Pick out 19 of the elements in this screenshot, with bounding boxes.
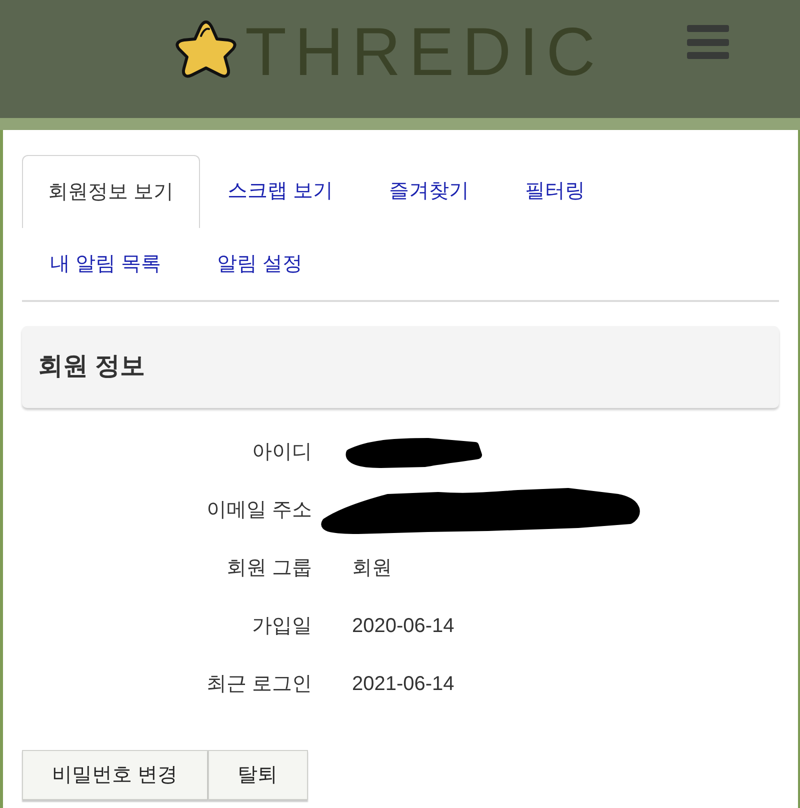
menu-button[interactable] <box>687 25 730 59</box>
tab[interactable]: 스크랩 보기 <box>200 155 362 227</box>
field-value: 회원 <box>352 556 392 581</box>
field-label: 아이디 <box>251 440 312 465</box>
tab[interactable]: 알림 설정 <box>189 228 331 300</box>
tab[interactable]: 내 알림 목록 <box>22 228 190 300</box>
tab[interactable]: 회원정보 보기 <box>22 155 200 228</box>
field-value: 2020-06-14 <box>352 614 454 639</box>
tab[interactable]: 필터링 <box>497 155 614 227</box>
field-label: 이메일 주소 <box>205 498 312 523</box>
field-value: 2021-06-14 <box>352 672 454 697</box>
action-button[interactable]: 탈퇴 <box>208 750 308 800</box>
field-label: 회원 그룹 <box>225 556 312 581</box>
action-button[interactable]: 비밀번호 변경 <box>22 750 208 800</box>
field-label: 가입일 <box>251 614 312 639</box>
field-label: 최근 로그인 <box>205 672 312 697</box>
menu-icon <box>687 25 730 59</box>
tab[interactable]: 즐겨찾기 <box>361 155 498 227</box>
panel-title: 회원 정보 <box>38 351 145 382</box>
